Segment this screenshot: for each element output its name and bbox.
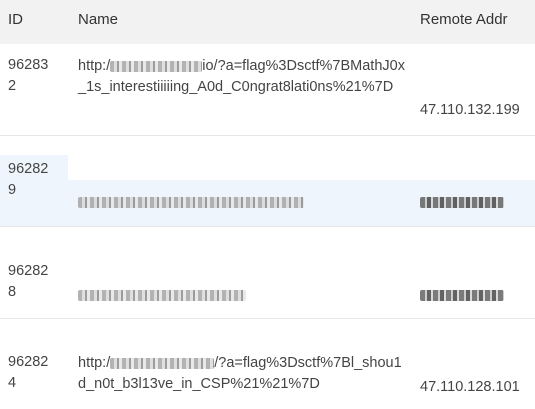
column-header-name[interactable]: Name: [78, 11, 118, 28]
row-name: [78, 192, 408, 213]
row-id: 96282 4: [8, 352, 68, 394]
table-row[interactable]: 96282 8: [0, 226, 535, 319]
redacted-host: [110, 357, 215, 369]
row-id-line2: 9: [8, 182, 17, 198]
row-name-prefix: http:/: [78, 58, 111, 74]
requests-table: ID Name Remote Addr 96283 2 http:/io/?a=…: [0, 0, 535, 409]
row-remote-addr: 47.110.132.199: [420, 102, 520, 118]
row-id-line2: 8: [8, 284, 17, 300]
row-id: 96282 8: [8, 261, 68, 303]
row-id: 96283 2: [8, 55, 68, 97]
table-header: ID Name Remote Addr: [0, 0, 535, 44]
row-name: http://?a=flag%3Dsctf%7Bl_shou1d_n0t_b3l…: [78, 353, 408, 395]
row-id-line2: 2: [8, 78, 17, 94]
row-remote-addr: [420, 285, 535, 306]
redacted-url: [78, 196, 304, 208]
table-row[interactable]: 96283 2 http:/io/?a=flag%3Dsctf%7BMathJ0…: [0, 44, 535, 136]
row-id: 96282 9: [8, 159, 68, 201]
row-id-line1: 96283: [8, 57, 49, 73]
redacted-host: [110, 60, 203, 72]
row-name-prefix: http:/: [78, 355, 111, 371]
row-id-line1: 96282: [8, 161, 49, 177]
redacted-url: [78, 289, 246, 301]
row-id-line2: 4: [8, 375, 17, 391]
redacted-ip: [420, 289, 504, 301]
redacted-ip: [420, 196, 504, 208]
column-header-remote-addr[interactable]: Remote Addr: [420, 11, 508, 28]
table-row[interactable]: 96282 4 http://?a=flag%3Dsctf%7Bl_shou1d…: [0, 318, 535, 409]
row-id-line1: 96282: [8, 263, 49, 279]
row-remote-addr: [420, 192, 535, 213]
column-header-id[interactable]: ID: [8, 11, 23, 28]
row-name: http:/io/?a=flag%3Dsctf%7BMathJ0x_1s_int…: [78, 56, 408, 98]
row-name: [78, 285, 408, 306]
table-row[interactable]: 96282 9: [0, 135, 535, 227]
row-remote-addr: 47.110.128.101: [420, 379, 520, 395]
row-id-line1: 96282: [8, 354, 49, 370]
